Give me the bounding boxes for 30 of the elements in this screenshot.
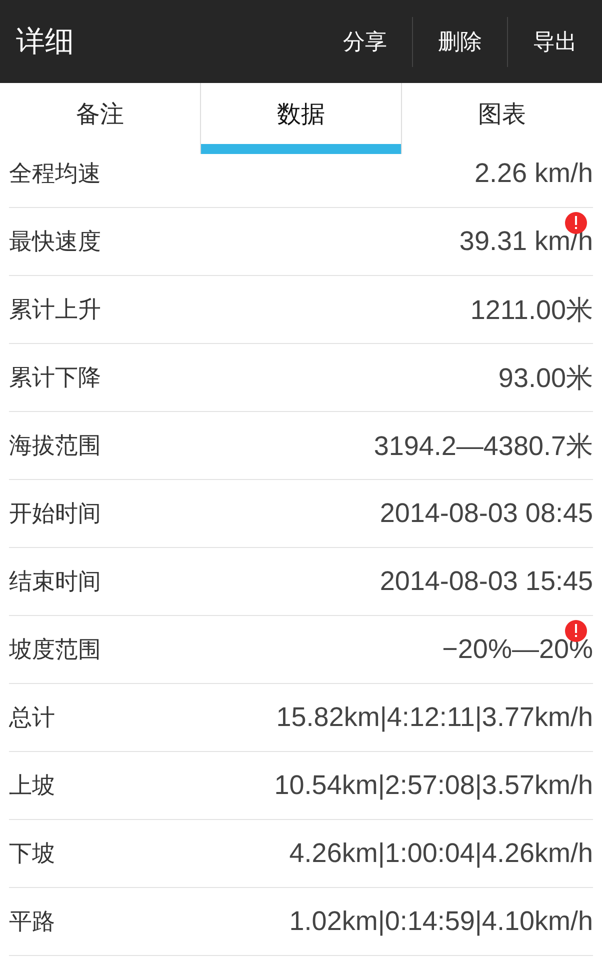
row-value: 39.31 km/h bbox=[459, 226, 593, 256]
row-label: 结束时间 bbox=[9, 568, 101, 597]
row-label: 最快速度 bbox=[9, 228, 101, 257]
row-label: 坡度范围 bbox=[9, 636, 101, 665]
row-label: 上坡 bbox=[9, 772, 55, 801]
header-action-button[interactable]: 删除 bbox=[412, 16, 507, 66]
row-value: 2014-08-03 08:45 bbox=[380, 498, 593, 528]
row-label: 平路 bbox=[9, 908, 55, 937]
row-label: 累计上升 bbox=[9, 296, 101, 325]
row-value: 4.26km|1:00:04|4.26km/h bbox=[289, 838, 593, 868]
tab[interactable]: 数据 bbox=[200, 83, 401, 154]
row-value: 3194.2—4380.7米 bbox=[374, 430, 593, 460]
tab[interactable]: 图表 bbox=[401, 83, 602, 154]
row-value: 2014-08-03 15:45 bbox=[380, 566, 593, 596]
row-value: 1211.00米 bbox=[470, 294, 593, 324]
row-value: 2.26 km/h bbox=[474, 158, 593, 188]
row-value: 15.82km|4:12:11|3.77km/h bbox=[276, 702, 593, 732]
row-label: 开始时间 bbox=[9, 500, 101, 529]
row-label: 全程均速 bbox=[9, 160, 101, 189]
row-value: 1.02km|0:14:59|4.10km/h bbox=[289, 906, 593, 936]
row-value: 10.54km|2:57:08|3.57km/h bbox=[274, 770, 593, 800]
header-action-button[interactable]: 导出 bbox=[507, 16, 602, 66]
row-label: 累计下降 bbox=[9, 364, 101, 393]
row-label: 总计 bbox=[9, 704, 55, 733]
page-title: 详细 bbox=[16, 22, 75, 60]
row-value: −20%—20% bbox=[442, 634, 593, 664]
row-value: 93.00米 bbox=[498, 362, 593, 392]
row-label: 下坡 bbox=[9, 840, 55, 869]
header-action-button[interactable]: 分享 bbox=[318, 16, 412, 66]
row-label: 海拔范围 bbox=[9, 432, 101, 461]
